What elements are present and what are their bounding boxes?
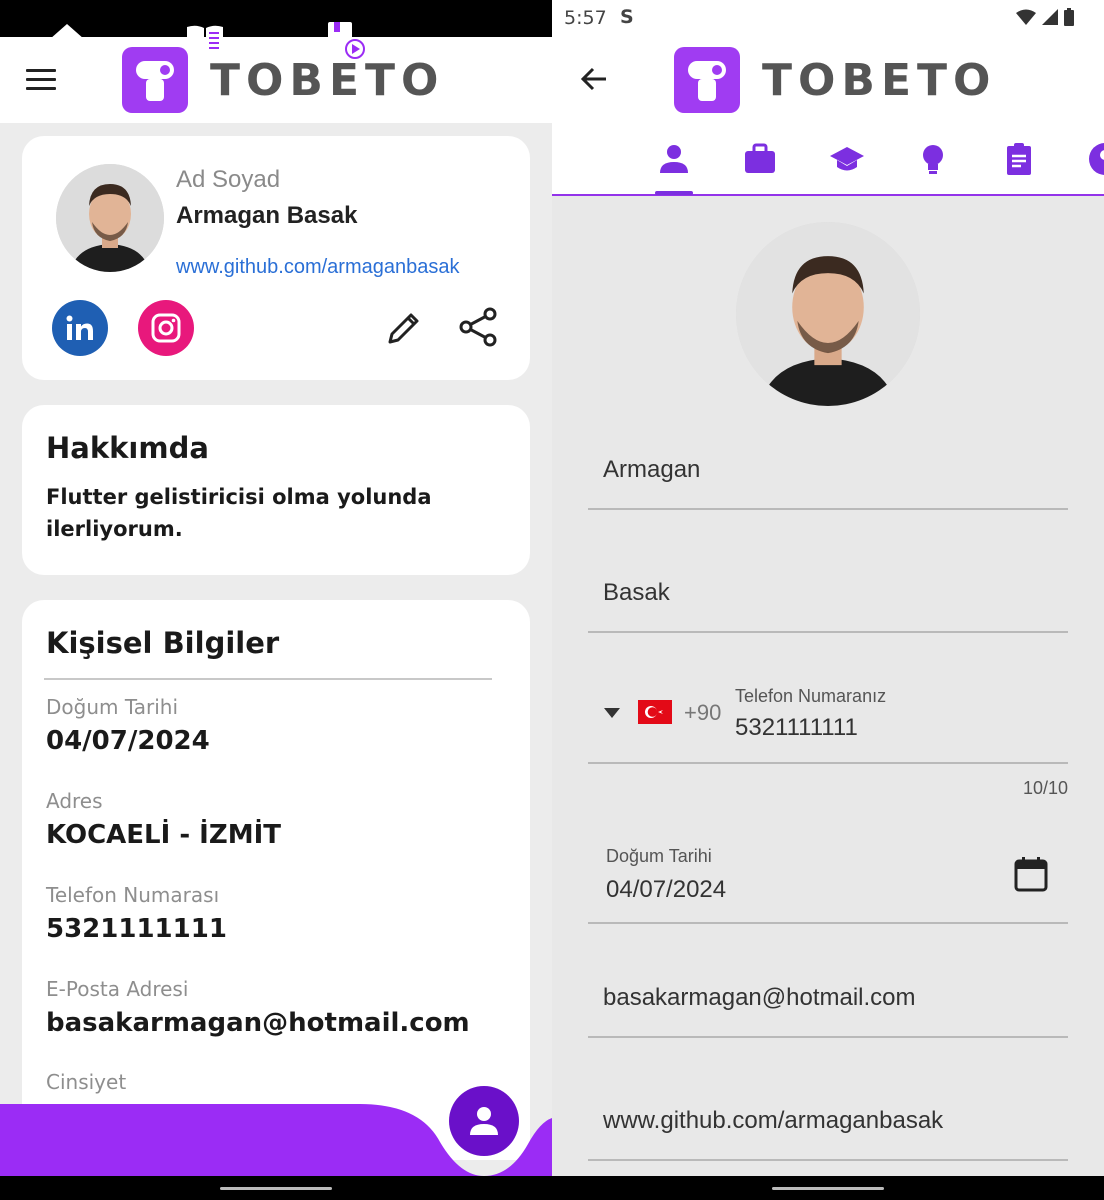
briefcase-icon[interactable] — [742, 141, 778, 177]
account-circle-icon[interactable] — [1087, 141, 1104, 177]
profile-screen: TOBETO Ad Soyad Armagan Basak www.github… — [0, 0, 552, 1200]
personal-info-title: Kişisel Bilgiler — [46, 626, 280, 660]
home-gesture-bar[interactable] — [220, 1187, 332, 1190]
notification-app-icon: S — [620, 6, 634, 28]
email-value: basakarmagan@hotmail.com — [46, 1008, 470, 1038]
back-arrow-icon[interactable] — [578, 63, 610, 95]
share-icon[interactable] — [458, 306, 498, 348]
tab-indicator — [655, 191, 693, 195]
home-icon[interactable] — [46, 18, 88, 60]
linkedin-icon[interactable] — [52, 300, 108, 356]
github-link[interactable]: www.github.com/armaganbasak — [176, 256, 459, 279]
tobeto-logo-icon — [674, 47, 740, 113]
person-icon[interactable] — [656, 141, 692, 177]
calendar-icon[interactable] — [1014, 856, 1048, 892]
phone-field-label: Telefon Numaranız — [735, 686, 887, 706]
instagram-icon[interactable] — [138, 300, 194, 356]
menu-icon[interactable] — [26, 69, 56, 91]
gender-label: Cinsiyet — [46, 1070, 127, 1094]
profile-name: Armagan Basak — [176, 202, 358, 229]
wifi-icon — [1016, 9, 1036, 25]
about-text: Flutter gelistiricisi olma yolunda ilerl… — [46, 485, 432, 541]
turkey-flag-icon[interactable] — [638, 700, 672, 724]
email-field-value: basakarmagan@hotmail.com — [603, 984, 916, 1011]
birth-date-value: 04/07/2024 — [46, 726, 210, 756]
battery-icon — [1064, 8, 1074, 26]
brand-wordmark: TOBETO — [762, 54, 997, 106]
birth-date-label: Doğum Tarihi — [46, 695, 179, 719]
first-name-field[interactable]: Armagan — [588, 440, 1068, 510]
address-label: Adres — [46, 789, 103, 813]
email-field[interactable]: basakarmagan@hotmail.com — [588, 968, 1068, 1038]
signal-icon — [1042, 9, 1058, 25]
email-label: E-Posta Adresi — [46, 977, 189, 1001]
personal-info-card: Kişisel Bilgiler Doğum Tarihi 04/07/2024… — [22, 600, 530, 1160]
birth-date-field-label: Doğum Tarihi — [606, 846, 712, 866]
tobeto-logo-icon — [122, 47, 188, 113]
status-bar: 5:57 S — [552, 0, 1104, 37]
profile-icon[interactable] — [449, 1086, 519, 1156]
name-label: Ad Soyad — [176, 166, 281, 193]
github-field[interactable]: www.github.com/armaganbasak — [588, 1091, 1068, 1161]
chevron-down-icon[interactable] — [604, 708, 620, 718]
address-value: KOCAELİ - İZMİT — [46, 820, 281, 850]
lightbulb-icon[interactable] — [915, 141, 951, 177]
clipboard-icon[interactable] — [1001, 141, 1037, 177]
tab-bar — [552, 123, 1104, 196]
github-field-value: www.github.com/armaganbasak — [603, 1107, 944, 1134]
calendar-video-icon[interactable] — [324, 18, 366, 60]
divider — [44, 678, 492, 680]
about-card: Hakkımda Flutter gelistiricisi olma yolu… — [22, 405, 530, 575]
about-title: Hakkımda — [46, 431, 209, 465]
country-code: +90 — [684, 700, 722, 725]
birth-date-field[interactable]: Doğum Tarihi 04/07/2024 — [588, 840, 1068, 924]
brand-wordmark: TOBETO — [210, 54, 445, 106]
phone-field[interactable]: +90 Telefon Numaranız 5321111111 — [588, 680, 1068, 764]
first-name-value: Armagan — [603, 456, 701, 483]
phone-char-counter: 10/10 — [1022, 778, 1068, 798]
catalog-icon[interactable] — [184, 18, 226, 60]
phone-value: 5321111111 — [46, 914, 227, 944]
brand-logo: TOBETO — [674, 47, 996, 113]
last-name-value: Basak — [603, 579, 670, 606]
edit-icon[interactable] — [384, 308, 424, 348]
app-bar: TOBETO — [552, 37, 1104, 123]
phone-field-value: 5321111111 — [735, 714, 858, 741]
home-gesture-bar[interactable] — [772, 1187, 884, 1190]
avatar — [56, 164, 164, 272]
status-time: 5:57 — [564, 7, 607, 29]
phone-label: Telefon Numarası — [46, 883, 220, 907]
birth-date-field-value: 04/07/2024 — [606, 876, 727, 903]
graduation-cap-icon[interactable] — [829, 141, 865, 177]
profile-card: Ad Soyad Armagan Basak www.github.com/ar… — [22, 136, 530, 380]
edit-profile-screen: 5:57 S TOBETO Armagan Basak +90 Telefon … — [552, 0, 1104, 1200]
brand-logo: TOBETO — [122, 47, 444, 113]
avatar[interactable] — [736, 222, 920, 406]
last-name-field[interactable]: Basak — [588, 563, 1068, 633]
